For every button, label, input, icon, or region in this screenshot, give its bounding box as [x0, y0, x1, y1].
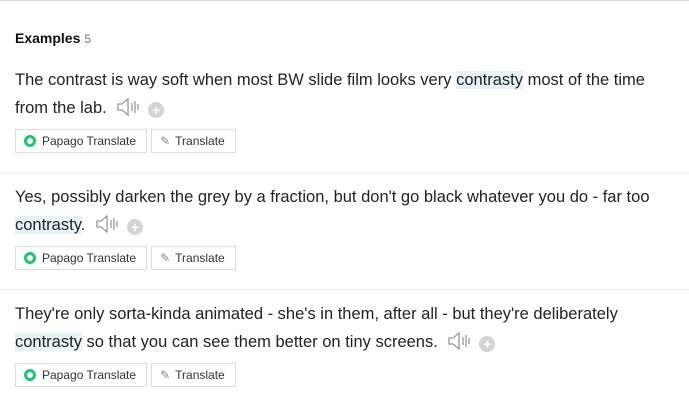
sentence-text: Yes, possibly darken the grey by a fract…	[15, 188, 650, 206]
papago-translate-label: Papago Translate	[42, 134, 137, 148]
papago-translate-button[interactable]: Papago Translate	[15, 246, 148, 270]
example-sentence: They're only sorta-kinda animated - she'…	[15, 300, 680, 356]
translate-buttons: Papago Translate ✎ Translate	[15, 363, 236, 387]
sentence-text: The contrast is way soft when most BW sl…	[15, 71, 457, 89]
translate-label: Translate	[175, 251, 225, 265]
translate-button[interactable]: ✎ Translate	[151, 363, 236, 387]
example-count: 5	[84, 32, 92, 46]
pencil-icon: ✎	[160, 134, 171, 148]
papago-translate-button[interactable]: Papago Translate	[15, 129, 148, 153]
keyword-highlight: contrasty	[15, 333, 82, 351]
papago-logo-icon	[24, 369, 36, 381]
example-sentence: The contrast is way soft when most BW sl…	[15, 66, 680, 122]
keyword-highlight: contrasty	[456, 71, 524, 89]
speaker-icon[interactable]	[116, 97, 142, 117]
sentence-text: so that you can see them better on tiny …	[81, 333, 438, 351]
sentence-text: .	[80, 216, 86, 234]
pencil-icon: ✎	[160, 251, 171, 265]
translate-label: Translate	[175, 134, 225, 148]
add-to-wordbook-plus-icon[interactable]: +	[148, 102, 165, 118]
papago-translate-button[interactable]: Papago Translate	[15, 363, 148, 387]
speaker-icon[interactable]	[95, 214, 121, 234]
section-title: Examples	[15, 30, 81, 46]
keyword-highlight: contrasty	[15, 216, 81, 234]
top-divider	[0, 0, 689, 1]
translate-buttons: Papago Translate ✎ Translate	[15, 129, 236, 153]
translate-button[interactable]: ✎ Translate	[151, 246, 236, 270]
add-to-wordbook-plus-icon[interactable]: +	[479, 336, 496, 352]
papago-logo-icon	[24, 135, 36, 147]
translate-buttons: Papago Translate ✎ Translate	[15, 246, 236, 270]
papago-translate-label: Papago Translate	[42, 251, 137, 265]
example-divider	[0, 172, 689, 173]
section-heading: Examples 5	[15, 30, 91, 46]
translate-label: Translate	[175, 368, 225, 382]
sentence-text: They're only sorta-kinda animated - she'…	[15, 305, 618, 323]
papago-logo-icon	[24, 252, 36, 264]
example-sentence: Yes, possibly darken the grey by a fract…	[15, 183, 680, 239]
speaker-icon[interactable]	[447, 331, 473, 351]
translate-button[interactable]: ✎ Translate	[151, 129, 236, 153]
pencil-icon: ✎	[160, 368, 171, 382]
example-divider	[0, 289, 689, 290]
add-to-wordbook-plus-icon[interactable]: +	[126, 219, 143, 235]
papago-translate-label: Papago Translate	[42, 368, 137, 382]
